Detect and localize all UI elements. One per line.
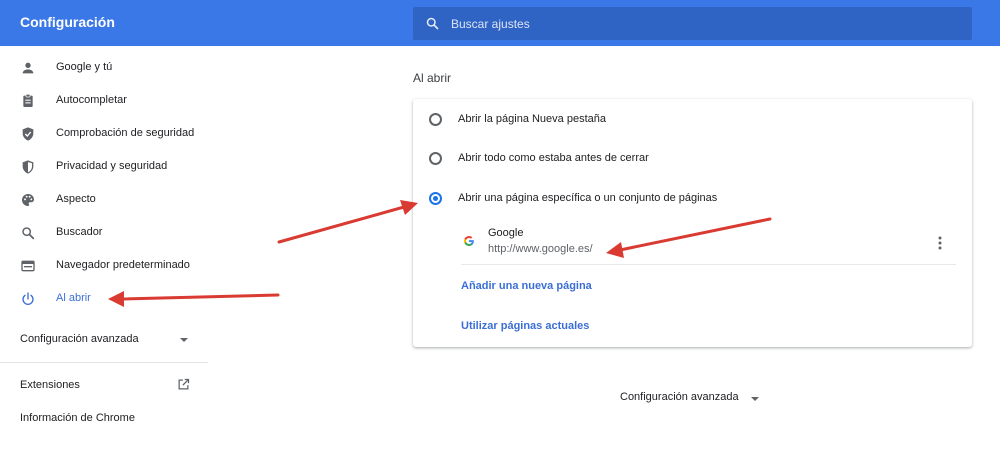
main-advanced-label: Configuración avanzada (620, 391, 739, 403)
sidebar-item-label: Al abrir (56, 292, 91, 304)
browser-icon (21, 260, 35, 272)
radio-button-checked[interactable] (429, 192, 442, 205)
radio-option-specific-pages[interactable]: Abrir una página específica o un conjunt… (413, 180, 972, 216)
sidebar-item-label: Autocompletar (56, 94, 127, 106)
sidebar-item-comprobacion-seguridad[interactable]: Comprobación de seguridad (0, 118, 208, 151)
search-icon (426, 17, 439, 30)
person-icon (22, 62, 34, 74)
sidebar-item-privacidad[interactable]: Privacidad y seguridad (0, 151, 208, 184)
annotation-arrow (277, 200, 418, 244)
startup-page-entry: Google http://www.google.es/ (461, 223, 956, 265)
shield-icon (22, 160, 34, 174)
sidebar-item-label: Privacidad y seguridad (56, 160, 168, 172)
page-title: Configuración (20, 14, 115, 30)
search-input[interactable] (451, 7, 951, 40)
open-in-new-icon[interactable] (176, 377, 191, 392)
startup-options-card: Abrir la página Nueva pestaña Abrir todo… (413, 99, 972, 347)
radio-option-continue[interactable]: Abrir todo como estaba antes de cerrar (413, 140, 972, 176)
sidebar-item-label: Navegador predeterminado (56, 259, 190, 271)
sidebar-item-aspecto[interactable]: Aspecto (0, 184, 208, 217)
chevron-down-icon (180, 338, 188, 342)
entry-divider (461, 264, 956, 265)
sidebar-item-autocompletar[interactable]: Autocompletar (0, 85, 208, 118)
sidebar-item-label: Comprobación de seguridad (56, 127, 195, 139)
radio-button[interactable] (429, 113, 442, 126)
sidebar-item-navegador-predeterminado[interactable]: Navegador predeterminado (0, 250, 208, 283)
palette-icon (21, 194, 34, 206)
sidebar-item-label: Aspecto (56, 193, 96, 205)
radio-button[interactable] (429, 152, 442, 165)
radio-label: Abrir una página específica o un conjunt… (458, 192, 718, 204)
radio-option-new-tab[interactable]: Abrir la página Nueva pestaña (413, 101, 972, 137)
search-icon (22, 227, 35, 240)
shield-check-icon (22, 127, 34, 141)
clipboard-icon (23, 94, 33, 107)
sidebar-link-informacion-chrome[interactable]: Información de Chrome (20, 412, 135, 424)
use-current-pages-link[interactable]: Utilizar páginas actuales (461, 320, 589, 332)
sidebar-item-google-y-tu[interactable]: Google y tú (0, 52, 208, 85)
page-url: http://www.google.es/ (488, 243, 593, 255)
more-vert-icon[interactable] (935, 235, 945, 251)
google-logo-icon (464, 236, 474, 246)
sidebar: Google y tú Autocompletar Comprobación d… (0, 46, 208, 469)
search-box[interactable] (413, 7, 972, 40)
chevron-down-icon (751, 397, 759, 401)
sidebar-divider (0, 362, 208, 363)
sidebar-advanced-toggle[interactable]: Configuración avanzada (20, 333, 192, 353)
sidebar-advanced-label: Configuración avanzada (20, 333, 139, 345)
section-title: Al abrir (413, 71, 452, 85)
sidebar-item-al-abrir[interactable]: Al abrir (0, 283, 208, 316)
sidebar-item-label: Google y tú (56, 61, 113, 73)
radio-label: Abrir la página Nueva pestaña (458, 113, 606, 125)
add-new-page-link[interactable]: Añadir una nueva página (461, 280, 592, 292)
sidebar-item-label: Buscador (56, 226, 103, 238)
radio-label: Abrir todo como estaba antes de cerrar (458, 152, 649, 164)
power-icon (22, 292, 34, 305)
top-bar: Configuración (0, 0, 1000, 46)
main-advanced-toggle[interactable]: Configuración avanzada (620, 391, 770, 407)
sidebar-item-buscador[interactable]: Buscador (0, 217, 208, 250)
page-name: Google (488, 227, 524, 239)
sidebar-link-extensiones[interactable]: Extensiones (20, 379, 80, 391)
